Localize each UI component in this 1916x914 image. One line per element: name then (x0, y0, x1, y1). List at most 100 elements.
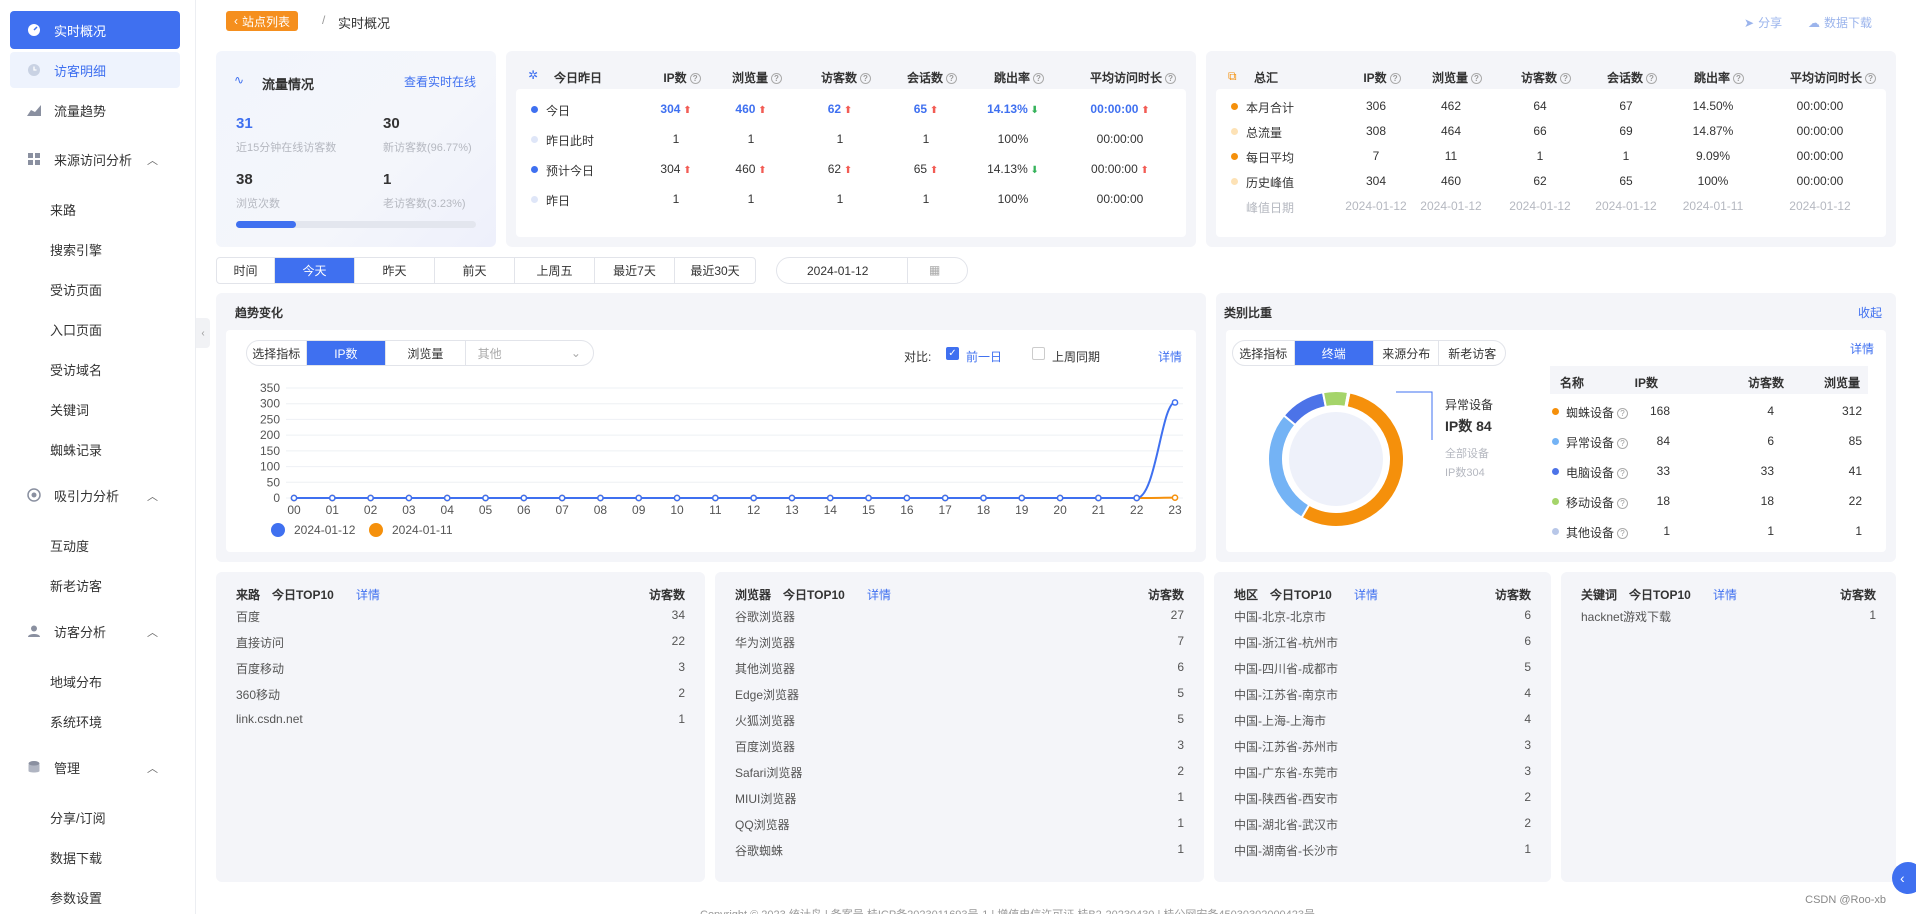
help-icon[interactable]: ? (1646, 73, 1657, 85)
card-detail-link[interactable]: 详情 (356, 586, 380, 603)
sidebar-item-traffic-trend[interactable]: 流量趋势 (10, 91, 180, 129)
sidebar-sub-spider[interactable]: 蜘蛛记录 (50, 440, 102, 459)
calendar-icon[interactable]: ▦ (929, 263, 940, 277)
list-item[interactable]: 中国-四川省-成都市 5 (1214, 654, 1551, 680)
date-picker[interactable]: 2024-01-12 ▦ (776, 257, 968, 284)
list-item[interactable]: hacknet游戏下载 1 (1561, 602, 1896, 628)
tab-new-old-visitors[interactable]: 新老访客 (1439, 341, 1505, 365)
list-item[interactable]: 直接访问 22 (216, 628, 705, 654)
sidebar-item-visitor-analysis[interactable]: 访客分析 ︿ (10, 612, 180, 650)
list-item[interactable]: 360移动 2 (216, 680, 705, 706)
sidebar-sub-referrer[interactable]: 来路 (50, 200, 76, 219)
list-item[interactable]: 百度移动 3 (216, 654, 705, 680)
time-tab[interactable]: 今天 (275, 258, 355, 283)
help-icon[interactable]: ? (946, 73, 957, 85)
time-tab[interactable]: 最近7天 (595, 258, 675, 283)
donut-slice[interactable] (1321, 390, 1350, 409)
list-item[interactable]: 中国-陕西省-西安市 2 (1214, 784, 1551, 810)
footer: Copyright © 2023 统计鸟 | 备案号 桂ICP备20230116… (700, 906, 1315, 914)
sidebar-sub-share[interactable]: 分享/订阅 (50, 808, 106, 827)
time-tab[interactable]: 昨天 (355, 258, 435, 283)
list-item[interactable]: 其他浏览器 6 (715, 654, 1204, 680)
sidebar-item-manage[interactable]: 管理 ︿ (10, 748, 180, 786)
help-icon[interactable]: ? (1865, 73, 1877, 85)
card-detail-link[interactable]: 详情 (1354, 586, 1378, 603)
category-detail-link[interactable]: 详情 (1850, 340, 1874, 357)
sidebar-item-realtime[interactable]: 实时概况 (10, 11, 180, 49)
help-icon[interactable]: ? (1733, 73, 1744, 85)
list-item[interactable]: 百度浏览器 3 (715, 732, 1204, 758)
row-name: 昨日此时 (546, 134, 595, 148)
list-item[interactable]: 火狐浏览器 5 (715, 706, 1204, 732)
time-tab[interactable]: 前天 (435, 258, 515, 283)
arrow-up-icon: ⬆ (680, 165, 692, 176)
sidebar-sub-domain[interactable]: 受访域名 (50, 360, 102, 379)
help-icon[interactable]: ? (1560, 73, 1571, 85)
cell-value: 65 (913, 162, 928, 176)
list-item[interactable]: 中国-湖南省-长沙市 1 (1214, 836, 1551, 862)
time-tab[interactable]: 最近30天 (675, 258, 755, 283)
sidebar-sub-system[interactable]: 系统环境 (50, 712, 102, 731)
help-icon[interactable]: ? (1617, 528, 1629, 540)
help-icon[interactable]: ? (1389, 73, 1401, 85)
help-icon[interactable]: ? (1471, 73, 1482, 85)
floating-expand-button[interactable]: ‹ (1892, 862, 1916, 894)
list-item[interactable]: 中国-上海-上海市 4 (1214, 706, 1551, 732)
download-button[interactable]: ☁ 数据下载 (1808, 14, 1872, 31)
help-icon[interactable]: ? (1617, 438, 1629, 450)
list-item[interactable]: 中国-江苏省-南京市 4 (1214, 680, 1551, 706)
list-item[interactable]: link.csdn.net 1 (216, 706, 705, 732)
sidebar-sub-new-old[interactable]: 新老访客 (50, 576, 102, 595)
list-item[interactable]: Edge浏览器 5 (715, 680, 1204, 706)
list-item[interactable]: 中国-广东省-东莞市 3 (1214, 758, 1551, 784)
list-item[interactable]: 谷歌浏览器 27 (715, 602, 1204, 628)
sidebar-sub-keyword[interactable]: 关键词 (50, 400, 89, 419)
share-button[interactable]: ➤ 分享 (1744, 14, 1782, 31)
help-icon[interactable]: ? (1617, 498, 1629, 510)
list-item[interactable]: 中国-湖北省-武汉市 2 (1214, 810, 1551, 836)
list-item[interactable]: 华为浏览器 7 (715, 628, 1204, 654)
sidebar-item-attraction[interactable]: 吸引力分析 ︿ (10, 476, 180, 514)
item-name: 中国-江苏省-苏州市 (1234, 740, 1338, 754)
help-icon[interactable]: ? (689, 73, 701, 85)
cloud-download-icon: ☁ (1808, 15, 1820, 30)
tab-source-distribution[interactable]: 来源分布 (1374, 341, 1440, 365)
x-tick-label: 05 (479, 503, 493, 517)
user-icon (26, 623, 42, 639)
card-detail-link[interactable]: 详情 (1713, 586, 1737, 603)
list-item[interactable]: 中国-江苏省-苏州市 3 (1214, 732, 1551, 758)
card-col-header: 访客数 (648, 588, 685, 602)
list-item[interactable]: 百度 34 (216, 602, 705, 628)
device-visitors: 6 (1767, 434, 1774, 448)
collapse-link[interactable]: 收起 (1858, 304, 1882, 321)
sidebar-sub-interaction[interactable]: 互动度 (50, 536, 89, 555)
sidebar-sub-visited-page[interactable]: 受访页面 (50, 280, 102, 299)
help-icon[interactable]: ? (1165, 73, 1177, 85)
tab-terminal[interactable]: 终端 (1294, 341, 1374, 365)
list-item[interactable]: QQ浏览器 1 (715, 810, 1204, 836)
sidebar-sub-settings[interactable]: 参数设置 (50, 888, 102, 907)
sidebar-sub-search-engine[interactable]: 搜索引擎 (50, 240, 102, 259)
help-icon[interactable]: ? (1033, 73, 1044, 85)
date-divider (907, 258, 908, 283)
help-icon[interactable]: ? (860, 73, 871, 85)
sidebar-collapse-handle[interactable]: ‹ (196, 318, 210, 348)
sidebar-sub-region[interactable]: 地域分布 (50, 672, 102, 691)
list-item[interactable]: 中国-浙江省-杭州市 6 (1214, 628, 1551, 654)
help-icon[interactable]: ? (1617, 468, 1629, 480)
sidebar-item-source-analysis[interactable]: 来源访问分析 ︿ (10, 140, 180, 178)
list-item[interactable]: MIUI浏览器 1 (715, 784, 1204, 810)
data-point (980, 494, 987, 502)
time-tab[interactable]: 上周五 (515, 258, 595, 283)
list-item[interactable]: Safari浏览器 2 (715, 758, 1204, 784)
help-icon[interactable]: ? (1617, 408, 1629, 420)
list-item[interactable]: 中国-北京-北京市 6 (1214, 602, 1551, 628)
sidebar-item-visitor-detail[interactable]: 访客明细 (10, 52, 180, 88)
back-to-site-list-button[interactable]: ‹ 站点列表 (226, 11, 299, 31)
sidebar-sub-entry-page[interactable]: 入口页面 (50, 320, 102, 339)
sidebar-sub-download[interactable]: 数据下载 (50, 848, 102, 867)
card-detail-link[interactable]: 详情 (867, 586, 891, 603)
view-realtime-link[interactable]: 查看实时在线 (404, 73, 476, 90)
help-icon[interactable]: ? (771, 73, 782, 85)
list-item[interactable]: 谷歌蜘蛛 1 (715, 836, 1204, 862)
